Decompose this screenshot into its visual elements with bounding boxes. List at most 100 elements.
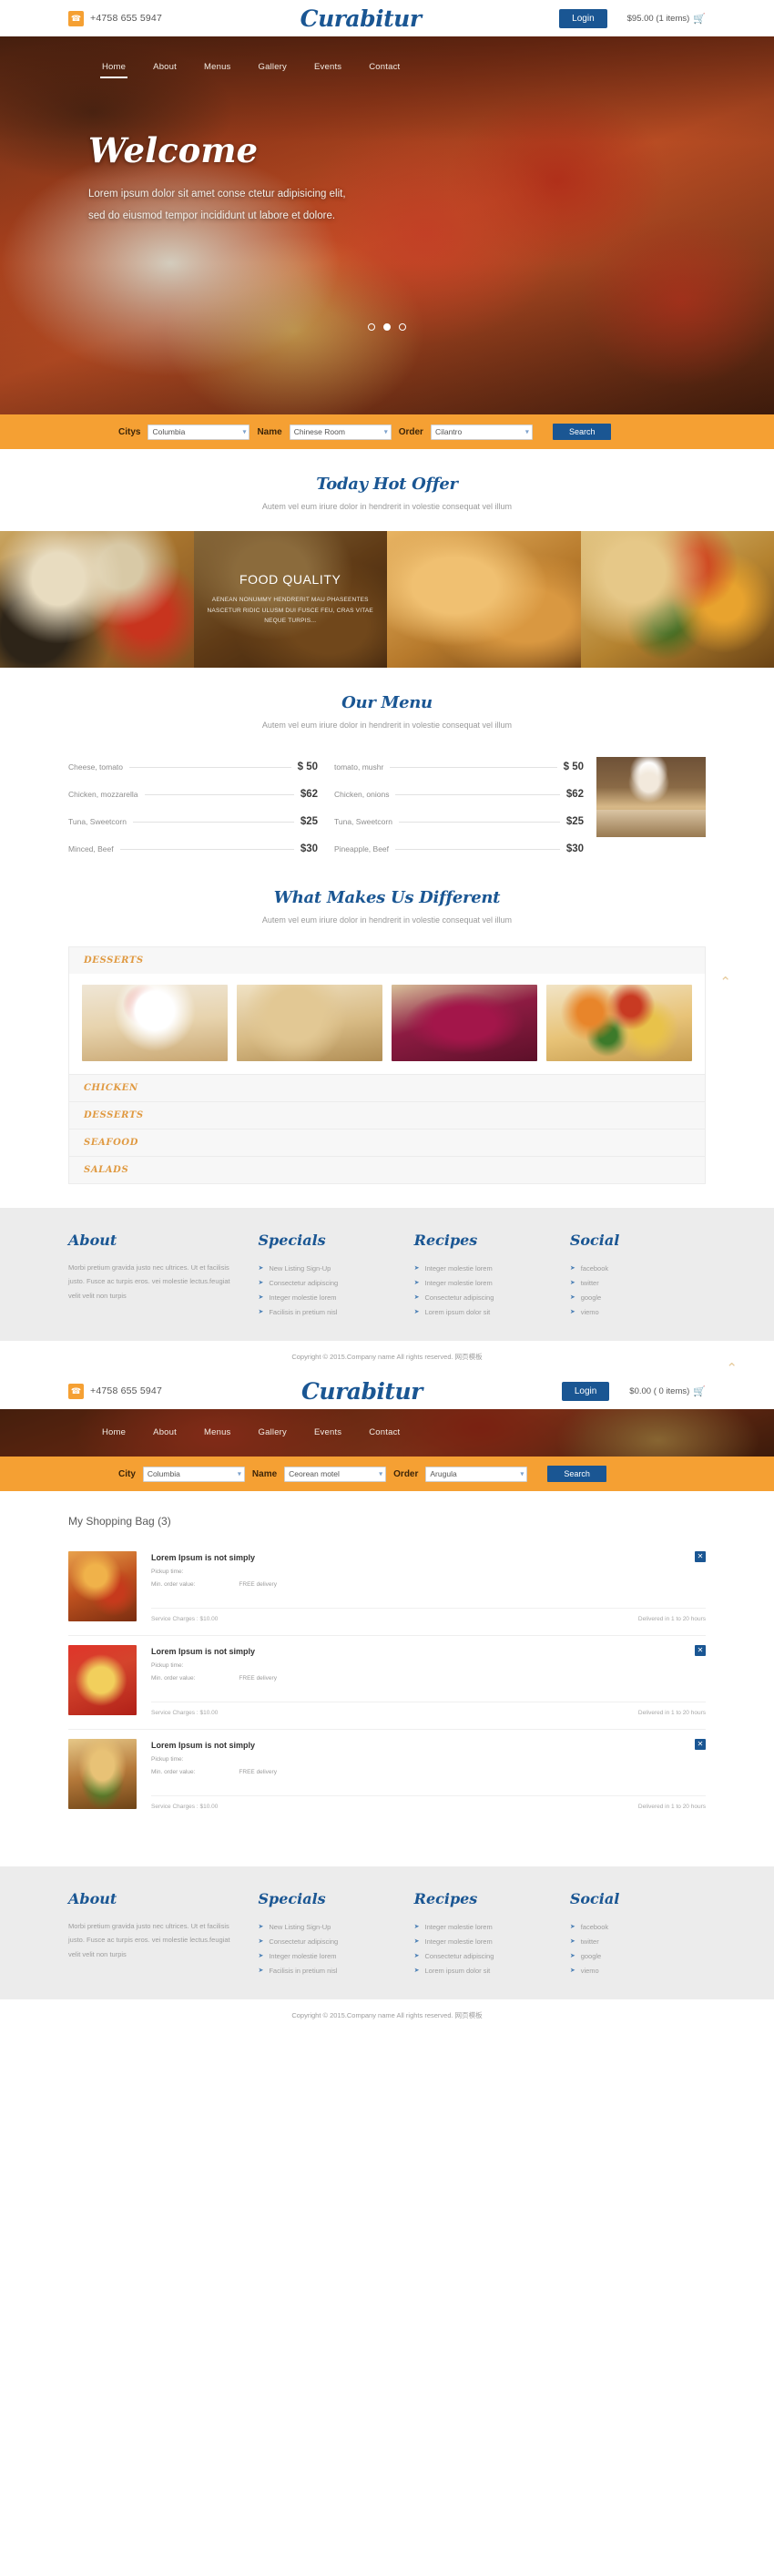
nav2-item-home[interactable]: Home — [88, 1422, 139, 1446]
site-logo[interactable]: Curabitur — [162, 5, 559, 32]
footer-link[interactable]: ➤ Consectetur adipiscing — [414, 1290, 550, 1304]
carousel-dot-1[interactable] — [368, 323, 375, 331]
bag-item-row: Lorem Ipsum is not simply Pickup time: M… — [68, 1730, 706, 1823]
login-button-2[interactable]: Login — [561, 1381, 610, 1401]
menu-row[interactable]: Chicken, onions $62 — [334, 781, 584, 808]
footer-link-label: twitter — [580, 1278, 599, 1287]
footer-link[interactable]: ➤ Facilisis in pretium nisl — [258, 1963, 393, 1978]
search-button[interactable]: Search — [552, 424, 612, 440]
gallery-image-pastry[interactable] — [580, 531, 774, 668]
footer-link[interactable]: ➤ Integer molestie lorem — [414, 1275, 550, 1290]
hot-offer-section: Today Hot Offer Autem vel eum iriure dol… — [0, 449, 774, 668]
login-button[interactable]: Login — [559, 8, 607, 28]
nav-item-about[interactable]: About — [139, 56, 190, 80]
arrow-right-icon: ➤ — [569, 1280, 575, 1286]
bag-item-remove-close-icon[interactable]: ✕ — [695, 1739, 706, 1750]
footer-social-link-viemo[interactable]: ➤ viemo — [570, 1304, 706, 1319]
name-select-2[interactable]: Ceorean motel — [284, 1466, 387, 1482]
accordion-tab-salads[interactable]: SALADS — [68, 1157, 706, 1184]
bag-item-thumbnail[interactable] — [68, 1551, 137, 1621]
footer-social-link-twitter[interactable]: ➤ twitter — [570, 1275, 706, 1290]
bag-item-thumbnail[interactable] — [68, 1739, 137, 1809]
menu-dash — [395, 793, 560, 795]
site-logo-2[interactable]: Curabitur — [162, 1378, 562, 1405]
footer-link[interactable]: ➤ Integer molestie lorem — [414, 1934, 550, 1948]
menu-item-price: $30 — [300, 843, 318, 854]
different-card-berry-pie[interactable] — [392, 985, 537, 1061]
menu-row[interactable]: Pineapple, Beef $30 — [334, 835, 584, 863]
gallery-image-food-quality[interactable]: FOOD QUALITY AENEAN NONUMMY HENDRERIT MA… — [193, 531, 387, 668]
footer-link[interactable]: ➤ Integer molestie lorem — [414, 1261, 550, 1275]
cart-summary[interactable]: $95.00 (1 items) 🛒 — [627, 13, 706, 25]
gallery-image-fried[interactable] — [387, 531, 581, 668]
footer-social-link-google[interactable]: ➤ google — [570, 1290, 706, 1304]
gallery-image-pizza[interactable] — [0, 531, 194, 668]
footer-social-link-google[interactable]: ➤ google — [570, 1948, 706, 1963]
carousel-dot-3[interactable] — [399, 323, 406, 331]
footer-link[interactable]: ➤ Integer molestie lorem — [414, 1919, 550, 1934]
footer-social-link-viemo[interactable]: ➤ viemo — [570, 1963, 706, 1978]
nav-item-menus[interactable]: Menus — [190, 56, 245, 80]
order-select[interactable]: Cilantro — [430, 424, 533, 440]
arrow-right-icon: ➤ — [258, 1953, 264, 1959]
accordion-tab-desserts[interactable]: DESSERTS — [68, 946, 706, 974]
footer-link-label: Consectetur adipiscing — [424, 1293, 494, 1302]
menu-row[interactable]: Tuna, Sweetcorn $25 — [68, 808, 318, 835]
city-select-2[interactable]: Columbia — [142, 1466, 245, 1482]
footer-link[interactable]: ➤ New Listing Sign-Up — [258, 1919, 393, 1934]
different-card-fruit-platter[interactable] — [546, 985, 692, 1061]
accordion-tab-seafood[interactable]: SEAFOOD — [68, 1130, 706, 1157]
nav2-item-contact[interactable]: Contact — [355, 1422, 413, 1446]
hero-copy: Welcome Lorem ipsum dolor sit amet conse… — [68, 80, 706, 227]
footer-link[interactable]: ➤ Integer molestie lorem — [258, 1290, 393, 1304]
cart-summary-2[interactable]: $0.00 ( 0 items) 🛒 — [629, 1385, 706, 1397]
footer-social-link-twitter[interactable]: ➤ twitter — [570, 1934, 706, 1948]
nav2-item-about[interactable]: About — [139, 1422, 190, 1446]
city-select[interactable]: Columbia — [148, 424, 250, 440]
footer-social-link-facebook[interactable]: ➤ facebook — [570, 1261, 706, 1275]
scroll-up-chevron-icon[interactable]: ⌃ — [719, 974, 731, 990]
order-select-2[interactable]: Arugula — [425, 1466, 528, 1482]
footer-link[interactable]: ➤ Facilisis in pretium nisl — [258, 1304, 393, 1319]
order-label-2: Order — [393, 1468, 419, 1479]
nav-item-gallery[interactable]: Gallery — [245, 56, 301, 80]
menu-item-price: $ 50 — [297, 762, 318, 772]
back-to-top-chevron-icon[interactable]: ⌃ — [726, 1360, 738, 1376]
footer-link[interactable]: ➤ Lorem ipsum dolor sit — [414, 1304, 550, 1319]
nav-item-contact[interactable]: Contact — [355, 56, 413, 80]
bag-item-remove-close-icon[interactable]: ✕ — [695, 1645, 706, 1656]
carousel-dot-2[interactable] — [383, 323, 391, 331]
nav-item-events[interactable]: Events — [300, 56, 355, 80]
accordion-tab-chicken[interactable]: CHICKEN — [68, 1075, 706, 1102]
menu-row[interactable]: Tuna, Sweetcorn $25 — [334, 808, 584, 835]
footer-link[interactable]: ➤ Integer molestie lorem — [258, 1948, 393, 1963]
bag-item-thumbnail[interactable] — [68, 1645, 137, 1715]
different-card-dessert-roll-cake[interactable] — [82, 985, 228, 1061]
accordion-tab-desserts-2[interactable]: DESSERTS — [68, 1102, 706, 1130]
footer-social-link-facebook[interactable]: ➤ facebook — [570, 1919, 706, 1934]
footer-link[interactable]: ➤ Consectetur adipiscing — [414, 1948, 550, 1963]
menu-row[interactable]: Cheese, tomato $ 50 — [68, 753, 318, 781]
footer-link[interactable]: ➤ Consectetur adipiscing — [258, 1934, 393, 1948]
nav2-item-events[interactable]: Events — [300, 1422, 355, 1446]
menu-row[interactable]: tomato, mushr $ 50 — [334, 753, 584, 781]
different-card-walnut-tart[interactable] — [237, 985, 382, 1061]
footer-link[interactable]: ➤ Consectetur adipiscing — [258, 1275, 393, 1290]
bag-item-remove-close-icon[interactable]: ✕ — [695, 1551, 706, 1562]
bag-item-pickup-label: Pickup time: — [151, 1662, 184, 1669]
nav2-item-menus[interactable]: Menus — [190, 1422, 245, 1446]
arrow-right-icon: ➤ — [258, 1294, 264, 1301]
menu-row[interactable]: Chicken, mozzarella $62 — [68, 781, 318, 808]
name-select[interactable]: Chinese Room — [289, 424, 392, 440]
footer-link[interactable]: ➤ New Listing Sign-Up — [258, 1261, 393, 1275]
arrow-right-icon: ➤ — [258, 1280, 264, 1286]
menu-row[interactable]: Minced, Beef $30 — [68, 835, 318, 863]
search-button-2[interactable]: Search — [547, 1466, 606, 1482]
hero-banner: Home About Menus Gallery Events Contact … — [0, 36, 774, 414]
arrow-right-icon: ➤ — [413, 1924, 420, 1930]
nav-item-home[interactable]: Home — [88, 56, 139, 80]
menu-item-price: $25 — [565, 816, 584, 827]
nav2-item-gallery[interactable]: Gallery — [245, 1422, 301, 1446]
menu-dash — [398, 821, 560, 823]
footer-link[interactable]: ➤ Lorem ipsum dolor sit — [414, 1963, 550, 1978]
